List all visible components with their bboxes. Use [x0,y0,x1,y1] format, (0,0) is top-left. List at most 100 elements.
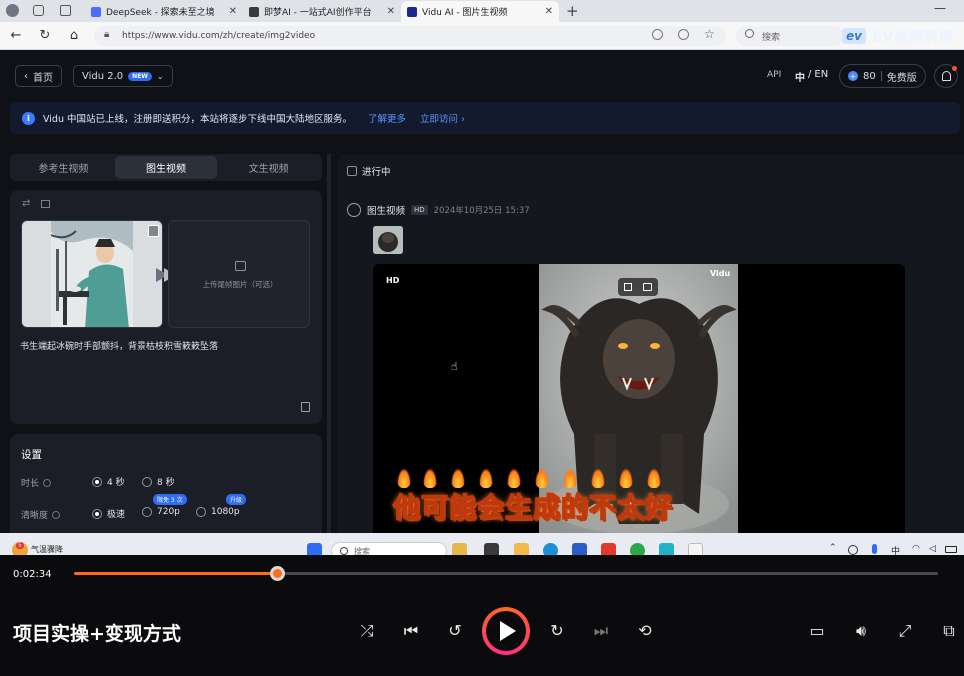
play-button[interactable] [482,607,530,655]
reload-icon[interactable]: ↻ [37,28,53,44]
close-icon[interactable]: ✕ [387,6,395,17]
shuffle-icon[interactable]: ⤮ [356,621,378,641]
prompt-text[interactable]: 书生端起冰碗时手部颤抖，背景枯枝积雪簌簌坠落 [20,339,218,352]
minimize-icon[interactable]: — [934,1,946,15]
tab-deepseek[interactable]: DeepSeek - 探索未至之境 ✕ [85,1,243,22]
radio-unselected[interactable] [142,476,152,487]
panel-scrollbar[interactable] [327,154,331,533]
resolution-720p-label: 720p [157,507,180,517]
profile-icon[interactable] [6,4,19,17]
read-aloud-icon[interactable] [652,29,663,40]
fullscreen-icon[interactable]: ⤢ [894,621,916,641]
radio-selected[interactable] [92,476,102,487]
lang-cn[interactable]: 中 [795,69,805,84]
export-icon[interactable] [643,283,653,291]
microphone-icon[interactable] [872,544,877,554]
tab-jimeng[interactable]: 即梦AI - 一站式AI创作平台 ✕ [243,1,401,22]
resolution-1080p-label: 1080p [211,507,240,517]
free-trial-badge: 限免 3 次 [153,494,187,505]
lock-icon[interactable]: 🔒︎ [104,29,109,40]
volume-icon[interactable]: 🔊︎ [850,621,872,641]
api-link[interactable]: API [767,70,781,80]
duration-option-4s[interactable]: 4 秒 [92,475,125,488]
source-thumbnail[interactable] [373,226,403,254]
duration-option-8s[interactable]: 8 秒 [142,475,175,488]
tab-text-to-video[interactable]: 文生视频 [217,156,320,179]
radio-unselected[interactable] [196,507,206,517]
last-frame-upload-slot[interactable]: 上传尾帧图片（可选） [168,220,310,328]
radio-selected[interactable] [92,508,102,519]
tab-actions-icon[interactable] [60,5,71,16]
visit-now-link[interactable]: 立即访问 › [420,111,465,125]
first-frame-image [51,221,133,327]
mode-tabs: 参考生视频 图生视频 文生视频 [10,154,322,181]
tray-app-icon[interactable] [848,545,858,555]
battery-icon[interactable] [945,546,957,553]
notification-button[interactable] [934,64,958,88]
radio-unselected[interactable] [142,507,152,517]
delete-image-icon[interactable] [148,225,159,237]
swap-icon[interactable]: ⇄ [22,198,30,209]
checkbox[interactable] [347,166,357,176]
model-select[interactable]: Vidu 2.0 NEW ⌄ [73,65,173,87]
first-frame-slot[interactable] [21,220,163,328]
forward-30-icon[interactable]: ↻ [546,621,568,640]
banner-text: Vidu 中国站已上线，注册即送积分，本站将逐步下线中国大陆地区服务。 [43,114,353,125]
credits-button[interactable]: + 80 免费版 [839,64,926,88]
resolution-option-fast[interactable]: 极速 [92,507,125,520]
fullscreen-icon[interactable] [623,283,632,291]
resolution-option-1080p[interactable]: 1080p [196,507,240,517]
progress-track[interactable] [74,566,938,581]
url-input[interactable]: 🔒︎ https://www.vidu.com/zh/create/img2vi… [94,26,726,46]
resolution-option-720p[interactable]: 720p [142,507,180,517]
weather-text[interactable]: 气温骤降 [31,544,63,555]
url-text: https://www.vidu.com/zh/create/img2video [122,31,316,41]
trash-icon[interactable] [301,402,310,412]
volume-icon[interactable]: ◁ [929,544,936,554]
progress-thumb[interactable] [270,566,286,581]
video-player-bar: 0:02:34 项目实操+变现方式 ⤮ ⏮︎ ↺ ↻ ⏭︎ ⟲ ▭ 🔊︎ ⤢ ⧉ [0,555,964,676]
upload-image-icon [235,261,246,271]
jimeng-favicon-icon [249,6,259,17]
close-icon[interactable]: ✕ [229,6,237,17]
close-icon[interactable]: ✕ [545,6,553,17]
video-preview[interactable]: HD Vidu ☝︎ 他可能会生成的不太好 [373,264,905,534]
in-progress-filter[interactable]: 进行中 [347,164,391,178]
new-tab-icon[interactable]: + [566,2,579,20]
workspaces-icon[interactable] [33,5,44,16]
repeat-off-icon[interactable]: ⟲ [634,621,656,640]
favorite-star-icon[interactable]: ☆ [704,27,715,41]
captions-icon[interactable]: ▭ [806,621,828,640]
search-icon [340,547,348,555]
ev-watermark: ev EV视频转换 [842,22,964,50]
tab-image-to-video[interactable]: 图生视频 [114,156,218,179]
extension-icon[interactable] [678,29,689,40]
browser-tab-bar: DeepSeek - 探索未至之境 ✕ 即梦AI - 一站式AI创作平台 ✕ V… [0,0,964,22]
language-switch[interactable]: 中 / EN [795,69,828,84]
rewind-10-icon[interactable]: ↺ [444,621,466,640]
wifi-icon[interactable]: ◠ [912,544,920,554]
next-icon[interactable]: ⏭︎ [590,621,612,641]
tab-reference-video[interactable]: 参考生视频 [12,156,115,179]
plus-circle-icon: + [848,71,858,81]
mini-player-icon[interactable]: ⧉ [938,621,960,641]
lang-en[interactable]: EN [814,69,828,84]
vidu-favicon-icon [407,6,417,17]
previous-icon[interactable]: ⏮︎ [400,621,422,641]
subtitle-text: 他可能会生成的不太好 [392,492,673,525]
browser-search-input[interactable]: 搜索 [736,26,844,46]
learn-more-link[interactable]: 了解更多 [368,111,406,125]
home-icon[interactable]: ⌂ [66,28,82,44]
tray-chevron-icon[interactable]: ⌃ [829,543,837,553]
upgrade-badge: 升级 [226,494,247,505]
deepseek-favicon-icon [91,6,101,17]
video-hd-tag: HD [386,276,400,285]
help-icon[interactable] [43,478,52,487]
help-icon[interactable] [52,510,61,519]
resolution-row-label: 清晰度 [21,508,61,521]
back-arrow-icon[interactable]: ← [8,28,24,44]
crop-icon[interactable] [41,200,50,208]
tab-vidu[interactable]: Vidu AI - 图片生视频 ✕ [401,1,559,22]
video-watermark: Vidu [710,269,731,278]
home-back-button[interactable]: ‹ 首页 [15,65,62,87]
